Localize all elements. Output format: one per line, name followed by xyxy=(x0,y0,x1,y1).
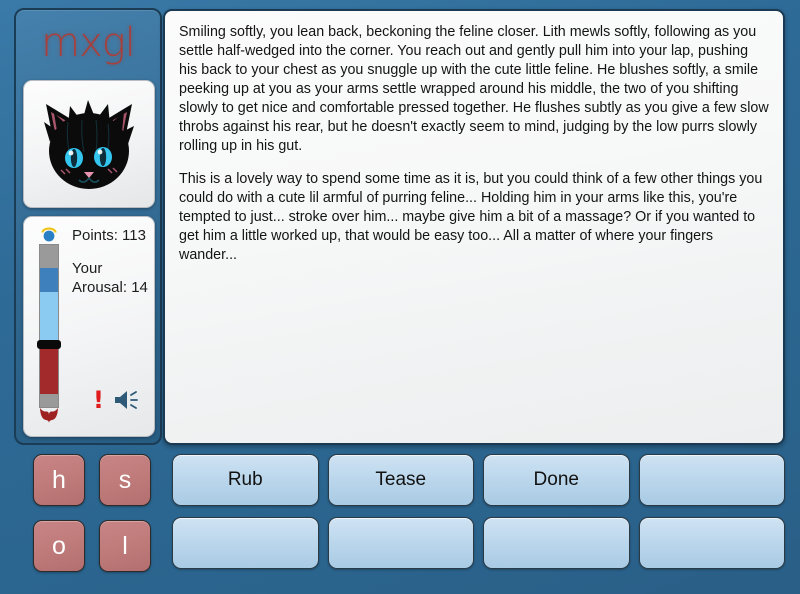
story-text: Smiling softly, you lean back, beckoning… xyxy=(179,23,769,265)
letter-keypad: h s o l xyxy=(33,454,159,572)
action-button-empty-5[interactable] xyxy=(172,517,319,569)
sidebar-panel: mxgl Points: 113 Your Arousal: 14 ! xyxy=(14,8,162,445)
alert-row: ! xyxy=(24,388,154,412)
arousal-label-line1: Your xyxy=(72,259,103,277)
app-logo: mxgl xyxy=(41,20,136,66)
story-paragraph: This is a lovely way to spend some time … xyxy=(179,171,763,263)
letter-key-h[interactable]: h xyxy=(33,454,85,506)
meter-divider-marker xyxy=(37,340,61,349)
letter-key-l[interactable]: l xyxy=(99,520,151,572)
story-paragraph: Smiling softly, you lean back, beckoning… xyxy=(179,24,769,154)
story-text-panel: Smiling softly, you lean back, beckoning… xyxy=(163,9,785,445)
action-button-grid: Rub Tease Done xyxy=(172,454,785,569)
letter-key-s[interactable]: s xyxy=(99,454,151,506)
points-value: Points: 113 xyxy=(72,227,146,244)
action-button-empty-8[interactable] xyxy=(638,517,785,569)
halo-angel-icon xyxy=(41,227,57,242)
meter-track xyxy=(37,244,61,408)
stats-card: Points: 113 Your Arousal: 14 ! xyxy=(23,216,155,437)
speaker-volume-icon[interactable] xyxy=(114,389,140,411)
action-button-empty-4[interactable] xyxy=(638,454,785,506)
action-button-done[interactable]: Done xyxy=(483,454,630,506)
letter-key-o[interactable]: o xyxy=(33,520,85,572)
black-cat-head-avatar xyxy=(44,100,134,189)
meter-segment-light-blue xyxy=(40,292,58,342)
avatar-card[interactable] xyxy=(23,80,155,208)
action-button-rub[interactable]: Rub xyxy=(172,454,319,506)
action-button-tease[interactable]: Tease xyxy=(327,454,474,506)
arousal-value: Arousal: 14 xyxy=(72,278,148,296)
action-button-empty-7[interactable] xyxy=(483,517,630,569)
exclamation-icon[interactable]: ! xyxy=(93,388,104,412)
meter-segment-dark-blue xyxy=(40,268,58,292)
stat-readouts: Points: 113 Your Arousal: 14 xyxy=(72,227,152,297)
action-button-empty-6[interactable] xyxy=(327,517,474,569)
